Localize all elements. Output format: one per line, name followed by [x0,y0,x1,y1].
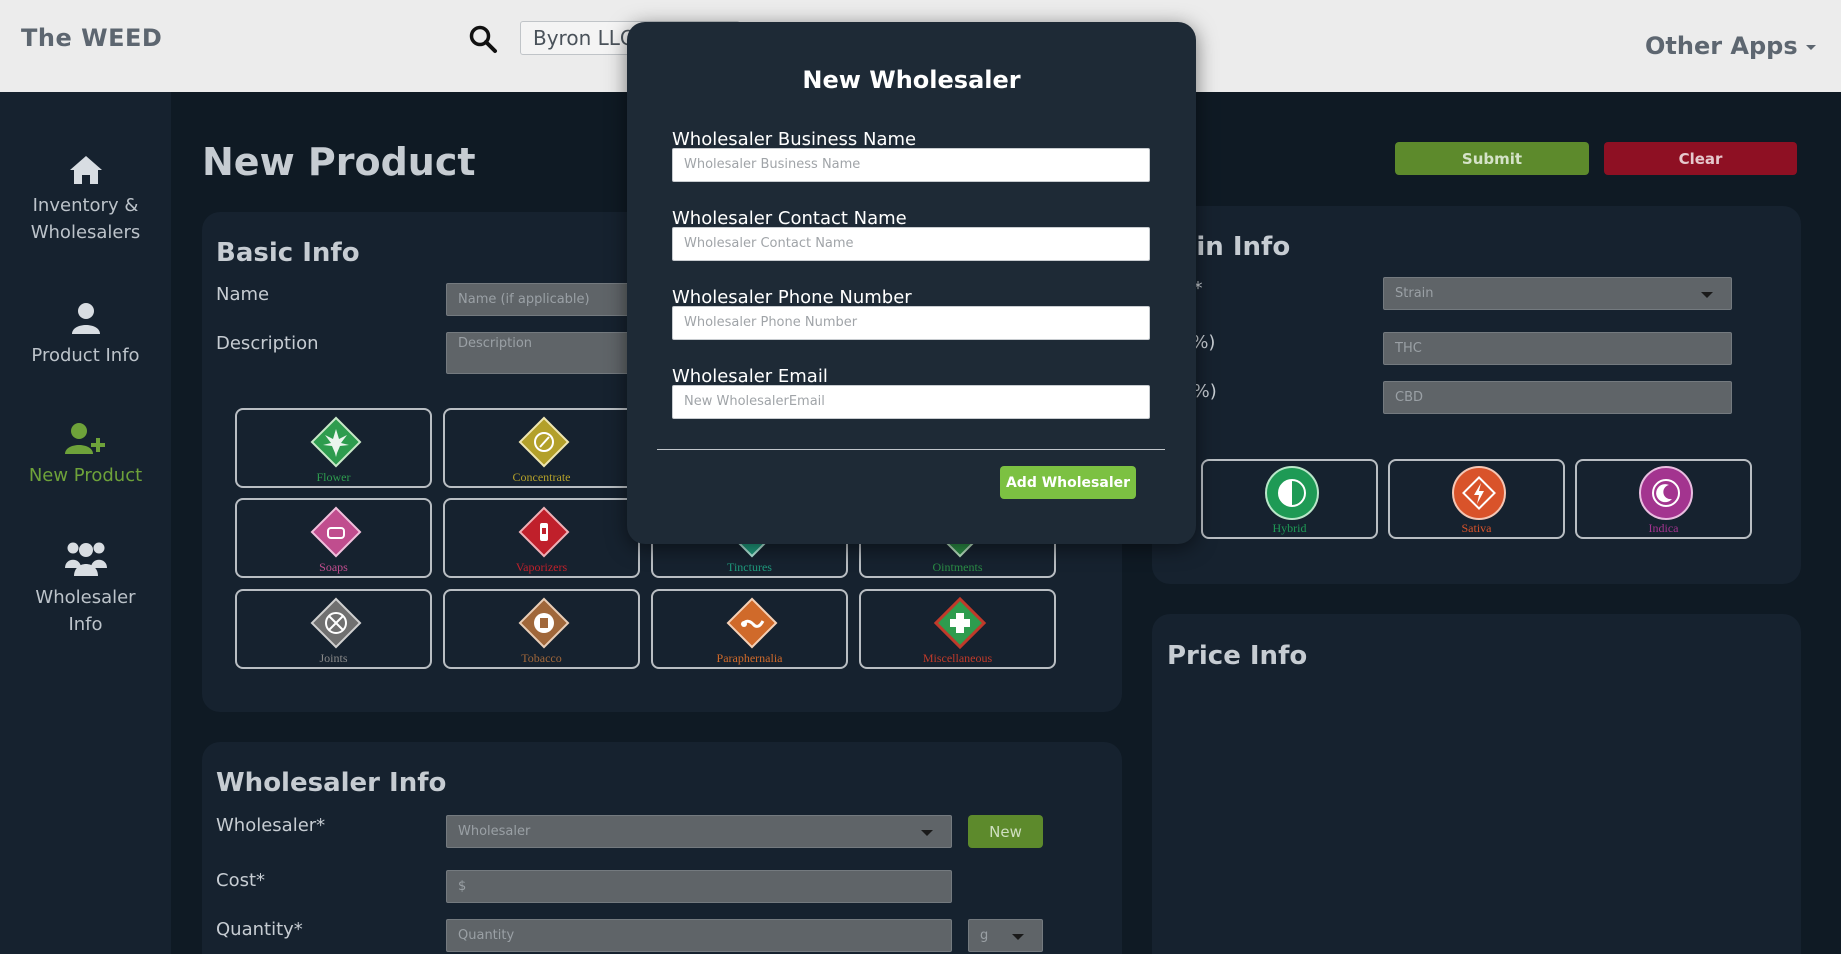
page-title: New Product [202,140,476,184]
pipe-icon [726,597,778,649]
sidebar-item-label: Inventory & [32,195,139,216]
hybrid-icon [1265,466,1319,520]
new-wholesaler-button[interactable]: New [968,815,1043,848]
modal-title: New Wholesaler [802,66,1021,94]
wholesaler-select[interactable]: Wholesaler [446,815,952,848]
email-input[interactable]: New WholesalerEmail [672,385,1150,419]
category-label: Vaporizers [515,560,568,574]
strain-type-label: Sativa [1461,521,1492,535]
contact-name-input[interactable]: Wholesaler Contact Name [672,227,1150,261]
category-label: Tinctures [727,560,772,574]
category-label: Paraphernalia [716,651,783,665]
new-wholesaler-modal: New Wholesaler Wholesaler Business Name … [627,22,1196,544]
joint-icon [310,597,362,649]
category-label: Soaps [319,560,348,574]
name-input[interactable]: Name (if applicable) [446,283,646,316]
unit-select[interactable]: g [968,919,1043,952]
cbd-input[interactable]: CBD [1383,381,1732,414]
sidebar-item-new-product[interactable]: New Product [0,420,171,489]
category-miscellaneous[interactable]: Miscellaneous [859,589,1056,669]
category-flower[interactable]: Flower [235,408,432,488]
wholesaler-label: Wholesaler* [216,815,326,836]
sidebar-item-label: Wholesalers [30,222,141,243]
category-joints[interactable]: Joints [235,589,432,669]
category-label: Miscellaneous [922,651,993,665]
business-name-input[interactable]: Wholesaler Business Name [672,148,1150,182]
business-name-label: Wholesaler Business Name [672,129,917,150]
category-label: Flower [316,470,351,484]
category-concentrate[interactable]: Concentrate [443,408,640,488]
sidebar-item-label: Product Info [31,345,140,366]
other-apps-label: Other Apps [1645,32,1798,60]
tobacco-icon [518,597,570,649]
thc-input[interactable]: THC [1383,332,1732,365]
category-label: Concentrate [512,470,571,484]
name-label: Name [216,284,270,305]
quantity-label: Quantity* [216,919,303,940]
search-icon[interactable] [468,24,498,54]
caret-down-icon [1805,44,1816,50]
users-icon [64,542,107,576]
strain-type-sativa[interactable]: Sativa [1388,459,1565,539]
clear-button[interactable]: Clear [1604,142,1797,175]
sidebar-item-product-info[interactable]: Product Info [0,300,171,369]
sidebar-item-label: New Product [28,465,143,486]
add-user-icon [64,423,105,454]
sidebar-item-label: Wholesaler [35,587,136,608]
add-wholesaler-button[interactable]: Add Wholesaler [1000,466,1136,499]
lightning-icon [1452,466,1506,520]
category-label: Ointments [932,560,983,574]
strain-type-label: Hybrid [1272,521,1307,535]
user-icon [71,303,100,334]
cost-input[interactable]: $ [446,870,952,903]
sidebar-item-inventory[interactable]: Inventory & Wholesalers [0,154,171,246]
category-label: Joints [319,651,348,665]
moon-icon [1639,466,1693,520]
category-label: Tobacco [521,651,562,665]
price-info-title: Price Info [1167,641,1308,671]
strain-type-hybrid[interactable]: Hybrid [1201,459,1378,539]
strain-type-label: Indica [1648,521,1679,535]
description-input[interactable]: Description [446,332,646,374]
category-paraphernalia[interactable]: Paraphernalia [651,589,848,669]
soap-icon [310,506,362,558]
phone-number-label: Wholesaler Phone Number [672,287,912,308]
sidebar-item-label: Info [68,614,103,635]
strain-select[interactable]: Strain [1383,277,1732,310]
sidebar: Inventory & Wholesalers Product Info New… [0,92,171,954]
vape-icon [518,506,570,558]
modal-divider [657,449,1165,450]
cost-label: Cost* [216,870,266,891]
brand-title[interactable]: The WEED [21,24,162,52]
contact-name-label: Wholesaler Contact Name [672,208,907,229]
phone-number-input[interactable]: Wholesaler Phone Number [672,306,1150,340]
sidebar-item-wholesaler-info[interactable]: Wholesaler Info [0,538,171,638]
strain-type-indica[interactable]: Indica [1575,459,1752,539]
category-vaporizers[interactable]: Vaporizers [443,498,640,578]
category-soaps[interactable]: Soaps [235,498,432,578]
submit-button[interactable]: Submit [1395,142,1589,175]
wholesaler-info-title: Wholesaler Info [216,768,447,798]
other-apps-menu[interactable]: Other Apps [1645,32,1816,60]
email-label: Wholesaler Email [672,366,828,387]
quantity-input[interactable]: Quantity [446,919,952,952]
plus-icon [933,596,987,650]
basic-info-title: Basic Info [216,238,360,268]
description-label: Description [216,333,319,354]
home-icon [69,156,102,184]
category-tobacco[interactable]: Tobacco [443,589,640,669]
dab-icon [518,416,570,468]
leaf-icon [310,416,362,468]
